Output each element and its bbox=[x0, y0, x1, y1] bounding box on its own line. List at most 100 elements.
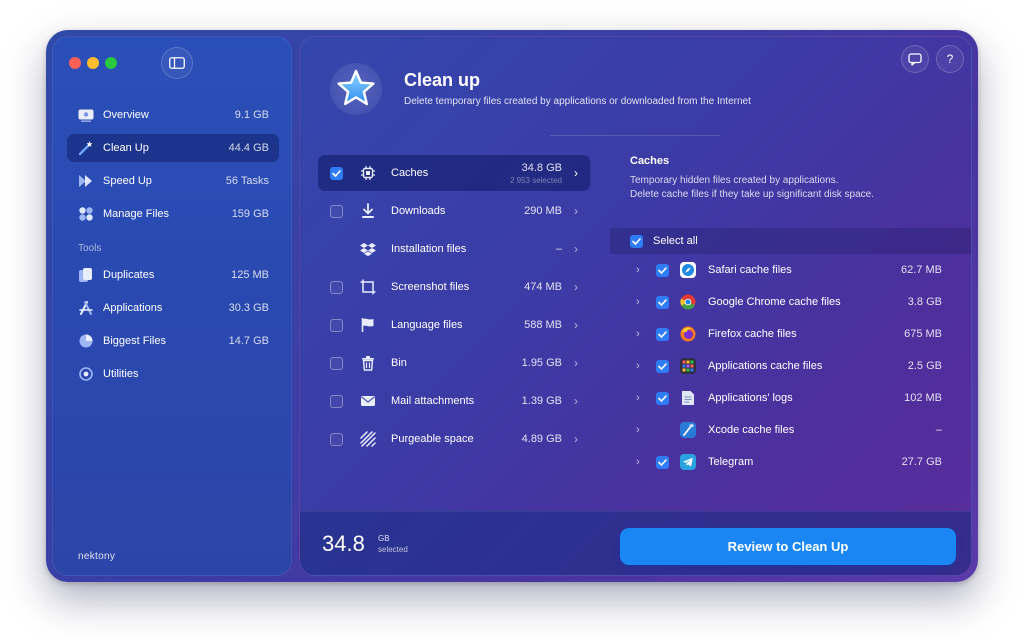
cache-row-firefox[interactable]: › Firefox cache files 675 MB bbox=[610, 319, 971, 349]
sidebar-item-label: Applications bbox=[103, 302, 163, 314]
safari-icon bbox=[680, 262, 696, 278]
header-divider bbox=[550, 135, 720, 136]
cache-checkbox[interactable] bbox=[656, 455, 669, 469]
cache-row-xcode[interactable]: › Xcode cache files – bbox=[610, 415, 971, 445]
category-size: 1.95 GB bbox=[521, 357, 562, 369]
sidebar-item-overview[interactable]: Overview 9.1 GB bbox=[67, 101, 279, 129]
category-label: Caches bbox=[391, 167, 429, 179]
feedback-button[interactable] bbox=[901, 45, 929, 73]
expand-chevron-icon[interactable]: › bbox=[636, 264, 646, 276]
magic-wand-icon bbox=[77, 139, 95, 157]
sidebar-item-clean-up[interactable]: Clean Up 44.4 GB bbox=[67, 134, 279, 162]
sidebar-item-biggest-files[interactable]: Biggest Files 14.7 GB bbox=[67, 327, 279, 355]
category-size: 290 MB bbox=[524, 205, 562, 217]
category-checkbox[interactable] bbox=[330, 432, 343, 446]
sidebar-item-label: Duplicates bbox=[103, 269, 155, 281]
cache-size: 102 MB bbox=[904, 392, 942, 404]
sidebar-item-utilities[interactable]: Utilities bbox=[67, 360, 279, 388]
category-item-downloads[interactable]: Downloads 290 MB › bbox=[318, 193, 590, 229]
chevron-right-icon: › bbox=[574, 280, 578, 294]
checkmark-icon bbox=[658, 458, 667, 466]
sidebar-item-label: Clean Up bbox=[103, 142, 149, 154]
firefox-icon bbox=[680, 326, 696, 342]
category-size: 1.39 GB bbox=[521, 395, 562, 407]
category-item-screenshot-files[interactable]: Screenshot files 474 MB › bbox=[318, 269, 590, 305]
expand-chevron-icon[interactable]: › bbox=[636, 296, 646, 308]
download-icon bbox=[357, 200, 379, 222]
cache-size: 3.8 GB bbox=[907, 296, 942, 308]
cache-label: Telegram bbox=[708, 456, 754, 468]
cache-row-telegram[interactable]: › Telegram 27.7 GB bbox=[610, 447, 971, 477]
expand-chevron-icon[interactable]: › bbox=[636, 328, 646, 340]
category-checkbox[interactable] bbox=[330, 204, 343, 218]
detail-description-line-1: Temporary hidden files created by applic… bbox=[630, 175, 839, 186]
category-checkbox[interactable] bbox=[330, 280, 343, 294]
checkmark-icon bbox=[658, 298, 667, 306]
expand-chevron-icon[interactable]: › bbox=[636, 424, 646, 436]
category-item-installation-files[interactable]: Installation files – › bbox=[318, 231, 590, 267]
category-size: 34.8 GB bbox=[521, 161, 562, 174]
log-file-icon bbox=[680, 390, 696, 406]
category-checkbox[interactable] bbox=[330, 318, 343, 332]
sidebar: Overview 9.1 GB Clean Up 44.4 GB Speed U… bbox=[52, 36, 292, 576]
sidebar-toggle-button[interactable] bbox=[161, 47, 193, 79]
category-label: Downloads bbox=[391, 205, 446, 217]
xcode-icon bbox=[680, 422, 696, 438]
telegram-icon bbox=[680, 454, 696, 470]
sidebar-item-applications[interactable]: Applications 30.3 GB bbox=[67, 294, 279, 322]
select-all-checkbox[interactable] bbox=[630, 234, 643, 248]
category-item-caches[interactable]: Caches 34.8 GB 2 953 selected › bbox=[318, 155, 590, 191]
category-item-mail-attachments[interactable]: Mail attachments 1.39 GB › bbox=[318, 383, 590, 419]
cache-size: – bbox=[935, 424, 942, 436]
review-to-clean-up-button[interactable]: Review to Clean Up bbox=[620, 528, 956, 565]
screenshot-icon bbox=[357, 276, 379, 298]
cache-row-chrome[interactable]: › Google Chrome cache files 3.8 GB bbox=[610, 287, 971, 317]
brand-logo: nektony bbox=[78, 551, 116, 562]
minimize-window-button[interactable] bbox=[87, 57, 99, 69]
cache-row-applications[interactable]: › Applications cache files 2.5 GB bbox=[610, 351, 971, 381]
cache-checkbox[interactable] bbox=[656, 359, 669, 373]
cache-row-applications-logs[interactable]: › Applications' logs 102 MB bbox=[610, 383, 971, 413]
category-checkbox[interactable] bbox=[330, 394, 343, 408]
chat-bubble-icon bbox=[908, 52, 922, 66]
cache-row-safari[interactable]: › Safari cache files 62.7 MB bbox=[610, 255, 971, 285]
sidebar-item-value: 30.3 GB bbox=[228, 302, 269, 314]
expand-chevron-icon[interactable]: › bbox=[636, 392, 646, 404]
cache-checkbox[interactable] bbox=[656, 295, 669, 309]
cache-checkbox[interactable] bbox=[656, 263, 669, 277]
cache-label: Xcode cache files bbox=[708, 424, 795, 436]
cache-size: 27.7 GB bbox=[901, 456, 942, 468]
select-all-row[interactable]: Select all bbox=[610, 228, 971, 254]
help-button[interactable]: ? bbox=[936, 45, 964, 73]
purgeable-icon bbox=[357, 428, 379, 450]
category-checkbox[interactable] bbox=[330, 166, 343, 180]
expand-chevron-icon[interactable]: › bbox=[636, 456, 646, 468]
detail-title: Caches bbox=[630, 155, 670, 167]
checkmark-icon bbox=[658, 266, 667, 274]
overview-icon bbox=[77, 106, 95, 124]
sidebar-item-value: 159 GB bbox=[231, 208, 269, 220]
cache-checkbox[interactable] bbox=[656, 391, 669, 405]
cache-size: 62.7 MB bbox=[901, 264, 942, 276]
sidebar-item-label: Overview bbox=[103, 109, 149, 121]
cache-checkbox[interactable] bbox=[656, 327, 669, 341]
duplicates-icon bbox=[77, 266, 95, 284]
manage-files-icon bbox=[77, 205, 95, 223]
close-window-button[interactable] bbox=[69, 57, 81, 69]
category-item-purgeable-space[interactable]: Purgeable space 4.89 GB › bbox=[318, 421, 590, 457]
detail-description-line-2: Delete cache files if they take up signi… bbox=[630, 189, 875, 200]
zoom-window-button[interactable] bbox=[105, 57, 117, 69]
cache-label: Applications' logs bbox=[708, 392, 793, 404]
sidebar-item-speed-up[interactable]: Speed Up 56 Tasks bbox=[67, 167, 279, 195]
sidebar-item-value: 44.4 GB bbox=[228, 142, 269, 154]
sidebar-item-value: 125 MB bbox=[231, 269, 269, 281]
category-checkbox[interactable] bbox=[330, 356, 343, 370]
sidebar-item-duplicates[interactable]: Duplicates 125 MB bbox=[67, 261, 279, 289]
app-window: Overview 9.1 GB Clean Up 44.4 GB Speed U… bbox=[46, 30, 978, 582]
category-item-bin[interactable]: Bin 1.95 GB › bbox=[318, 345, 590, 381]
expand-chevron-icon[interactable]: › bbox=[636, 360, 646, 372]
sidebar-item-manage-files[interactable]: Manage Files 159 GB bbox=[67, 200, 279, 228]
category-size: 474 MB bbox=[524, 281, 562, 293]
category-item-language-files[interactable]: Language files 588 MB › bbox=[318, 307, 590, 343]
cache-size: 2.5 GB bbox=[907, 360, 942, 372]
